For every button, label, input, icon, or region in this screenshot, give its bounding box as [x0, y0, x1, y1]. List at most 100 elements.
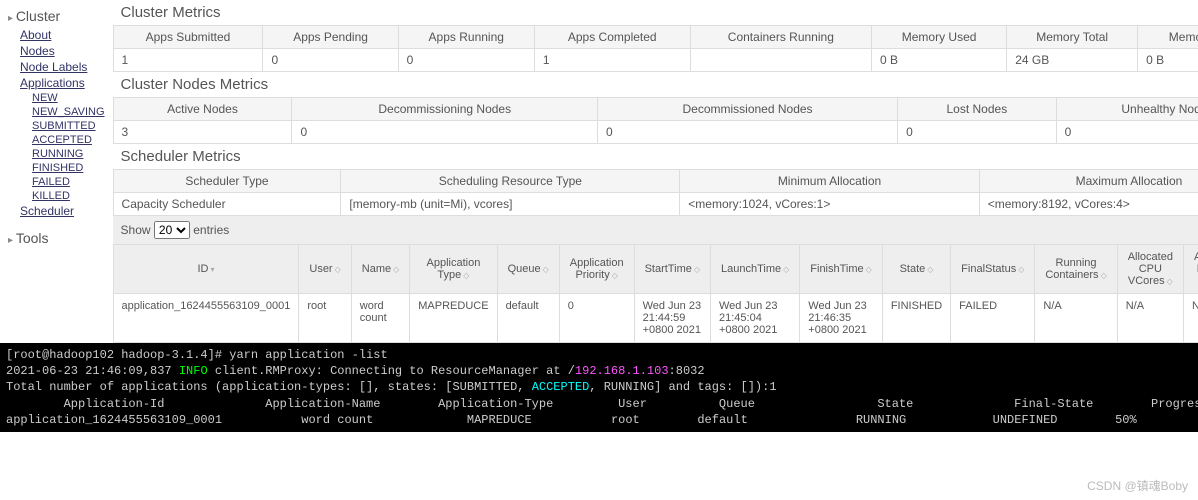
cell: 0 B: [872, 49, 1007, 72]
sidebar-link-killed[interactable]: KILLED: [32, 189, 105, 203]
col-unhealthy-nodes[interactable]: Unhealthy Nodes: [1056, 98, 1198, 121]
sort-icon: ◇: [1101, 271, 1107, 280]
term-row-queue: default: [697, 413, 747, 427]
col-vcores[interactable]: Allocated CPU VCores◇: [1117, 245, 1183, 294]
cell-priority: 0: [559, 294, 634, 343]
term-header: Application-Id Application-Name Applicat…: [6, 397, 1198, 411]
col-max-allocation[interactable]: Maximum Allocation: [979, 170, 1198, 193]
sidebar-link-running[interactable]: RUNNING: [32, 147, 105, 161]
col-state[interactable]: State◇: [882, 245, 950, 294]
entries-select[interactable]: 20: [154, 221, 190, 239]
col-apps-submitted[interactable]: Apps Submitted: [113, 26, 263, 49]
ts: 2021-06-23 21:46:09,837: [6, 364, 172, 378]
table-row: application_1624455563109_0001 root word…: [113, 294, 1198, 343]
scheduler-metrics-table: Scheduler Type Scheduling Resource Type …: [113, 169, 1198, 216]
sidebar-header-tools[interactable]: Tools: [8, 227, 105, 249]
sidebar: Cluster About Nodes Node Labels Applicat…: [0, 0, 113, 343]
col-user[interactable]: User◇: [299, 245, 351, 294]
cell: 0 B: [1138, 49, 1198, 72]
watermark: CSDN @镇魂Boby: [1087, 477, 1188, 494]
log-line: Total number of applications (applicatio…: [6, 380, 532, 394]
col-apps-running[interactable]: Apps Running: [398, 26, 534, 49]
col-start[interactable]: StartTime◇: [634, 245, 710, 294]
cell: 0: [292, 121, 598, 144]
col-running-containers[interactable]: Running Containers◇: [1035, 245, 1117, 294]
sort-icon: ◇: [1018, 265, 1024, 274]
cell-queue: default: [497, 294, 559, 343]
col-memory-used[interactable]: Memory Used: [872, 26, 1007, 49]
col-memmb[interactable]: Allocated Memory MB◇: [1183, 245, 1198, 294]
cluster-metrics-table: Apps Submitted Apps Pending Apps Running…: [113, 25, 1198, 72]
cell-running-containers: N/A: [1035, 294, 1117, 343]
term-row-id: application_1624455563109_0001: [6, 413, 222, 427]
col-apps-pending[interactable]: Apps Pending: [263, 26, 398, 49]
sidebar-link-new-saving[interactable]: NEW_SAVING: [32, 105, 105, 119]
col-decommissioning-nodes[interactable]: Decommissioning Nodes: [292, 98, 598, 121]
sidebar-link-nodes[interactable]: Nodes: [20, 43, 105, 59]
cell: [690, 49, 871, 72]
col-min-allocation[interactable]: Minimum Allocation: [680, 170, 979, 193]
cell: [memory-mb (unit=Mi), vcores]: [341, 193, 680, 216]
col-memory-reser[interactable]: Memory Reser: [1138, 26, 1198, 49]
terminal[interactable]: [root@hadoop102 hadoop-3.1.4]# yarn appl…: [0, 343, 1198, 432]
cell: 24 GB: [1007, 49, 1138, 72]
ip: 192.168.1.103: [575, 364, 669, 378]
col-memory-total[interactable]: Memory Total: [1007, 26, 1138, 49]
col-active-nodes[interactable]: Active Nodes: [113, 98, 292, 121]
sort-icon: ◇: [463, 271, 469, 280]
col-scheduling-resource-type[interactable]: Scheduling Resource Type: [341, 170, 680, 193]
active-nodes-link[interactable]: 3: [122, 125, 129, 139]
cell-launch: Wed Jun 23 21:45:04 +0800 2021: [711, 294, 800, 343]
term-row-progress: 50%: [1115, 413, 1137, 427]
col-app-type[interactable]: Application Type◇: [410, 245, 497, 294]
log-level: INFO: [179, 364, 208, 378]
sidebar-link-scheduler[interactable]: Scheduler: [20, 203, 105, 219]
col-decommissioned-nodes[interactable]: Decommissioned Nodes: [598, 98, 898, 121]
cell: 1: [113, 49, 263, 72]
col-containers-running[interactable]: Containers Running: [690, 26, 871, 49]
log-line: , RUNNING] and tags: []):1: [589, 380, 776, 394]
cell-state: FINISHED: [882, 294, 950, 343]
cell-start: Wed Jun 23 21:44:59 +0800 2021: [634, 294, 710, 343]
sidebar-link-applications[interactable]: Applications: [20, 75, 105, 91]
sort-icon: ◇: [927, 265, 933, 274]
sort-icon: ◇: [612, 271, 618, 280]
col-queue[interactable]: Queue◇: [497, 245, 559, 294]
cell: 0: [598, 121, 898, 144]
sort-icon: ◇: [866, 265, 872, 274]
col-finish[interactable]: FinishTime◇: [800, 245, 883, 294]
col-id[interactable]: ID▾: [113, 245, 299, 294]
table-row: Capacity Scheduler [memory-mb (unit=Mi),…: [113, 193, 1198, 216]
sort-icon: ◇: [393, 265, 399, 274]
entries-suffix: entries: [193, 223, 229, 237]
sidebar-link-about[interactable]: About: [20, 27, 105, 43]
col-launch[interactable]: LaunchTime◇: [711, 245, 800, 294]
sidebar-link-failed[interactable]: FAILED: [32, 175, 105, 189]
sidebar-link-finished[interactable]: FINISHED: [32, 161, 105, 175]
col-lost-nodes[interactable]: Lost Nodes: [898, 98, 1057, 121]
sidebar-link-submitted[interactable]: SUBMITTED: [32, 119, 105, 133]
cell-final: FAILED: [951, 294, 1035, 343]
cell: 0: [263, 49, 398, 72]
app-id-link[interactable]: application_1624455563109_0001: [122, 300, 291, 312]
show-label: Show: [121, 223, 151, 237]
main-content: 0K/s 0.2K/s 53% Cluster Metrics Apps Sub…: [113, 0, 1198, 343]
cell: <memory:8192, vCores:4>: [979, 193, 1198, 216]
col-priority[interactable]: Application Priority◇: [559, 245, 634, 294]
sort-icon: ◇: [1167, 277, 1173, 286]
col-apps-completed[interactable]: Apps Completed: [534, 26, 690, 49]
col-name[interactable]: Name◇: [351, 245, 410, 294]
col-scheduler-type[interactable]: Scheduler Type: [113, 170, 341, 193]
sidebar-link-new[interactable]: NEW: [32, 91, 105, 105]
cell: <memory:1024, vCores:1>: [680, 193, 979, 216]
cell: 0: [898, 121, 1057, 144]
sidebar-link-accepted[interactable]: ACCEPTED: [32, 133, 105, 147]
sidebar-link-node-labels[interactable]: Node Labels: [20, 59, 105, 75]
col-final[interactable]: FinalStatus◇: [951, 245, 1035, 294]
prompt: [root@hadoop102 hadoop-3.1.4]#: [6, 348, 222, 362]
port: :8032: [669, 364, 705, 378]
accepted: ACCEPTED: [532, 380, 590, 394]
table-row: 3 0 0 0 0: [113, 121, 1198, 144]
sidebar-header-cluster[interactable]: Cluster: [8, 5, 105, 27]
section-cluster-nodes-metrics: Cluster Nodes Metrics: [113, 72, 1198, 97]
